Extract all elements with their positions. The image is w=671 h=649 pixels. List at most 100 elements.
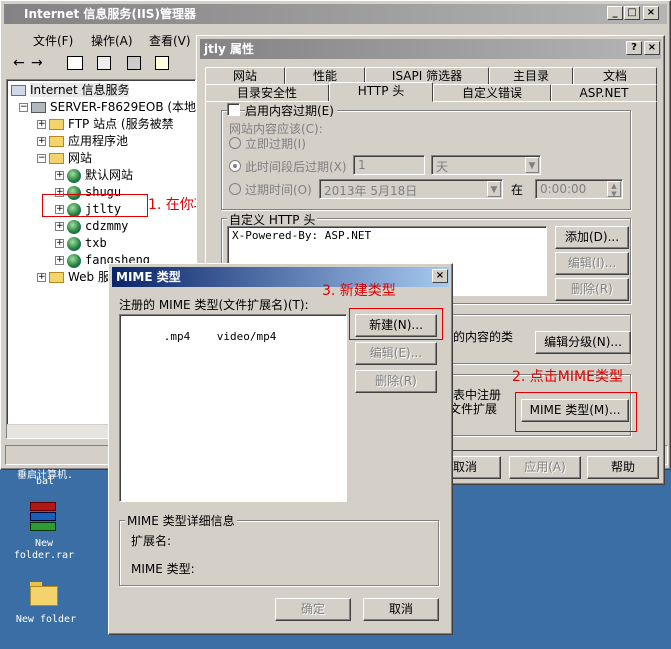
expire-date-picker[interactable]: 2013年 5月18日 ▼	[319, 179, 503, 199]
mime-cancel-button[interactable]: 取消	[363, 598, 439, 621]
collapse-server-icon[interactable]: −	[19, 103, 28, 112]
console-tree-icon[interactable]	[67, 56, 83, 70]
expand-site-3-icon[interactable]: +	[55, 222, 64, 231]
tab-dir-security[interactable]: 目录安全性	[205, 84, 329, 102]
help-icon[interactable]	[155, 56, 169, 70]
annotation-step2: 2. 点击MIME类型	[512, 369, 623, 385]
tab-documents[interactable]: 文档	[573, 67, 657, 85]
apppool-folder-icon	[49, 136, 64, 147]
mime-details-label: MIME 类型详细信息	[125, 512, 237, 529]
properties-title-bar[interactable]: jtly 属性	[200, 39, 661, 59]
back-icon[interactable]: ←	[13, 55, 25, 71]
export-icon[interactable]	[127, 56, 141, 70]
tab-http-headers[interactable]: HTTP 头	[329, 82, 433, 102]
desktop-bat-label: bat	[35, 476, 55, 487]
delete-header-button[interactable]: 删除(R)	[555, 278, 629, 301]
close-button[interactable]: ×	[643, 6, 659, 20]
server-icon	[31, 102, 46, 113]
chevron-down-icon: ▼	[525, 157, 539, 173]
tree-site-4[interactable]: txb	[67, 235, 107, 251]
expire-checkbox[interactable]	[227, 103, 240, 116]
expire-now-radio[interactable]	[229, 137, 241, 149]
mime-list[interactable]: .mp4 video/mp4	[119, 314, 347, 502]
mime-title-bar[interactable]: MIME 类型	[112, 267, 449, 287]
iis-title: Internet 信息服务(IIS)管理器	[24, 7, 196, 21]
mime-ext-label: 扩展名:	[131, 534, 172, 548]
expire-on-label: 过期时间(O)	[245, 183, 312, 197]
mime-text-2: 文件扩展	[449, 402, 498, 416]
mime-list-label: 注册的 MIME 类型(文件扩展名)(T):	[119, 298, 309, 312]
globe-icon	[67, 168, 81, 183]
properties-apply-button[interactable]: 应用(A)	[509, 456, 581, 479]
rating-text: 的内容的类	[453, 330, 514, 344]
menu-bar: 文件(F) 操作(A) 查看(V)	[5, 29, 205, 49]
add-header-button[interactable]: 添加(D)...	[555, 226, 629, 249]
properties-close-button[interactable]: ×	[644, 41, 660, 55]
tree-ftp[interactable]: FTP 站点 (服务被禁	[49, 116, 174, 132]
forward-icon[interactable]: →	[31, 55, 43, 71]
chevron-down-icon: ▼	[487, 181, 501, 197]
tab-website[interactable]: 网站	[205, 67, 285, 85]
tree-site-3[interactable]: cdzmmy	[67, 218, 128, 234]
mime-title: MIME 类型	[116, 270, 181, 284]
iis-title-bar[interactable]: Internet 信息服务(IIS)管理器	[4, 4, 667, 24]
expand-apppool-icon[interactable]: +	[37, 137, 46, 146]
menu-view[interactable]: 查看(V)	[149, 32, 191, 49]
mime-delete-button[interactable]: 删除(R)	[355, 370, 437, 393]
tree-apppool[interactable]: 应用程序池	[49, 133, 128, 149]
custom-header-item[interactable]: X-Powered-By: ASP.NET	[228, 227, 546, 244]
expire-after-input[interactable]: 1	[353, 155, 425, 175]
mime-type-label: MIME 类型:	[131, 562, 195, 576]
expand-site-5-icon[interactable]: +	[55, 256, 64, 265]
expand-webext-icon[interactable]: +	[37, 273, 46, 282]
edit-header-button[interactable]: 编辑(I)...	[555, 252, 629, 275]
expand-site-4-icon[interactable]: +	[55, 239, 64, 248]
expire-time-input[interactable]: 0:00:00 ▲ ▼	[535, 179, 623, 199]
annotation-step3: 3. 新建类型	[322, 283, 396, 299]
expand-site-0-icon[interactable]: +	[55, 171, 64, 180]
properties-help-button[interactable]: ?	[626, 41, 642, 55]
tab-custom-errors[interactable]: 自定义错误	[433, 84, 551, 102]
mime-edit-button[interactable]: 编辑(E)...	[355, 342, 437, 365]
at-label: 在	[511, 183, 524, 197]
toolbar: ← →	[5, 53, 195, 75]
iis-icon	[11, 85, 26, 96]
tree-websites[interactable]: 网站	[49, 150, 92, 166]
mime-btn-highlight	[515, 392, 637, 432]
folder-icon[interactable]	[30, 582, 60, 606]
desktop-rar-label-2: folder.rar	[13, 550, 75, 561]
tab-aspnet[interactable]: ASP.NET	[551, 84, 657, 102]
desktop-folder-label: New folder	[15, 614, 77, 625]
mime-dialog: MIME 类型 × 注册的 MIME 类型(文件扩展名)(T): .mp4 vi…	[108, 263, 453, 635]
globe-icon	[67, 236, 81, 251]
spinner-icon: ▲ ▼	[607, 181, 621, 198]
winrar-icon[interactable]	[28, 502, 60, 534]
minimize-button[interactable]: _	[607, 6, 623, 20]
tree-server[interactable]: SERVER-F8629EOB (本地计	[31, 99, 208, 115]
maximize-button[interactable]: □	[624, 6, 640, 20]
expire-on-radio[interactable]	[229, 183, 241, 195]
websites-folder-icon	[49, 153, 64, 164]
expire-after-radio[interactable]	[229, 160, 241, 172]
jtly-highlight-box	[42, 194, 148, 217]
mime-list-item[interactable]: .mp4 video/mp4	[120, 315, 346, 358]
tree-root[interactable]: Internet 信息服务	[11, 82, 130, 98]
expire-after-label: 此时间段后过期(X)	[245, 160, 347, 174]
mime-close-button[interactable]: ×	[432, 269, 448, 283]
tree-site-0[interactable]: 默认网站	[67, 167, 133, 183]
properties-icon[interactable]	[97, 56, 111, 70]
expire-now-label: 立即过期(I)	[245, 137, 306, 151]
menu-file[interactable]: 文件(F)	[33, 32, 73, 49]
tab-home-dir[interactable]: 主目录	[489, 67, 573, 85]
edit-rating-button[interactable]: 编辑分级(N)...	[535, 331, 631, 354]
properties-help-text-button[interactable]: 帮助	[587, 456, 659, 479]
expand-ftp-icon[interactable]: +	[37, 120, 46, 129]
webext-folder-icon	[49, 272, 64, 283]
globe-icon	[67, 219, 81, 234]
expire-unit-select[interactable]: 天 ▼	[431, 155, 541, 175]
properties-title: jtly 属性	[204, 42, 254, 56]
menu-action[interactable]: 操作(A)	[91, 32, 133, 49]
collapse-websites-icon[interactable]: −	[37, 154, 46, 163]
ftp-folder-icon	[49, 119, 64, 130]
mime-ok-button[interactable]: 确定	[275, 598, 351, 621]
